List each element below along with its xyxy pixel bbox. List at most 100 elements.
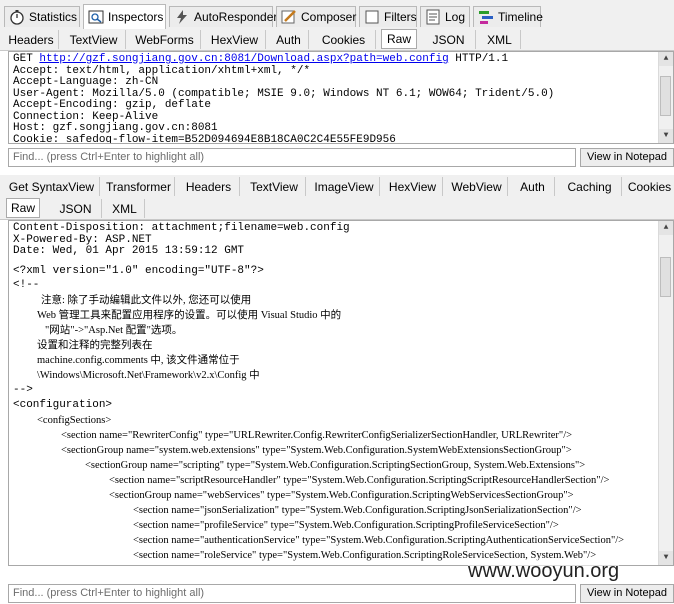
request-header-line: Cookie: safedog-flow-item=B52D094694E8B1… xyxy=(13,133,396,144)
tab-autoresponder[interactable]: AutoResponder xyxy=(169,6,277,27)
tab-label: Filters xyxy=(384,10,417,24)
request-url-link[interactable]: http://gzf.songjiang.gov.cn:8081/Downloa… xyxy=(39,53,448,65)
response-tab-bar: Get SyntaxView Transformer Headers TextV… xyxy=(0,175,674,198)
lightning-icon xyxy=(174,9,190,25)
response-body-line: \Windows\Microsoft.Net\Framework\v2.x\Co… xyxy=(37,369,260,381)
request-raw-editor[interactable]: GET http://gzf.songjiang.gov.cn:8081/Dow… xyxy=(8,51,674,144)
response-body-line: <?xml version="1.0" encoding="UTF-8"?> xyxy=(13,264,264,277)
tab-label: Headers xyxy=(8,32,54,47)
response-view-in-notepad-button[interactable]: View in Notepad xyxy=(580,584,674,603)
request-tab-hexview[interactable]: HexView xyxy=(204,30,266,49)
tab-label: Headers xyxy=(185,179,232,194)
tab-composer[interactable]: Composer xyxy=(276,6,356,27)
tab-label: Composer xyxy=(301,10,357,24)
tab-label: XML xyxy=(112,201,137,216)
response-body-line: 设置和注释的完整列表在 xyxy=(37,339,153,351)
request-protocol: HTTP/1.1 xyxy=(448,53,509,65)
response-body-line: <section name="profileService" type="Sys… xyxy=(133,519,559,531)
tab-inspectors[interactable]: Inspectors xyxy=(83,4,166,29)
tab-filters[interactable]: Filters xyxy=(359,6,417,27)
response-tab-hexview[interactable]: HexView xyxy=(383,177,443,196)
tab-label: WebView xyxy=(451,179,502,194)
response-find-bar: Find... (press Ctrl+Enter to highlight a… xyxy=(8,584,674,604)
checkbox-icon xyxy=(364,9,380,25)
tab-label: Inspectors xyxy=(108,10,164,24)
tab-label: Log xyxy=(445,10,466,24)
response-raw-editor[interactable]: Content-Disposition: attachment;filename… xyxy=(8,220,674,566)
request-tab-json[interactable]: JSON xyxy=(422,30,476,49)
top-tab-bar: Statistics Inspectors AutoResponder Comp… xyxy=(0,0,674,29)
tab-label: JSON xyxy=(59,201,92,216)
tab-label: XML xyxy=(487,32,512,47)
request-tab-xml[interactable]: XML xyxy=(479,30,521,49)
request-tab-raw[interactable]: Raw xyxy=(381,29,417,49)
tab-label: JSON xyxy=(432,32,465,47)
tab-label: Transformer xyxy=(106,179,171,194)
request-tab-auth[interactable]: Auth xyxy=(269,30,309,49)
request-header-line: Accept-Language: zh-CN xyxy=(13,76,159,88)
response-body-line: <section name="jsonSerialization" type="… xyxy=(133,504,582,516)
scroll-thumb[interactable] xyxy=(660,76,671,116)
request-header-line: Accept: text/html, application/xhtml+xml… xyxy=(13,64,311,77)
response-body-line: <sectionGroup name="webServices" type="S… xyxy=(109,489,574,501)
tab-label: Auth xyxy=(276,32,301,47)
stopwatch-icon xyxy=(9,9,25,25)
response-header-line: Content-Disposition: attachment;filename… xyxy=(13,222,350,234)
tab-label: Caching xyxy=(567,179,612,194)
response-scrollbar[interactable]: ▲ ▼ xyxy=(658,221,673,565)
tab-label: Raw xyxy=(10,201,35,215)
tab-label: Statistics xyxy=(29,10,78,24)
tab-label: Timeline xyxy=(498,10,543,24)
response-header-line: Date: Wed, 01 Apr 2015 13:59:12 GMT xyxy=(13,245,245,257)
scroll-down-arrow-icon[interactable]: ▼ xyxy=(659,551,673,565)
tab-label: AutoResponder xyxy=(194,10,278,24)
response-body-line: <configSections> xyxy=(37,414,112,426)
tab-label: WebForms xyxy=(135,32,194,47)
scroll-up-arrow-icon[interactable]: ▲ xyxy=(659,221,673,235)
watermark: www.wooyun.org xyxy=(468,560,620,583)
request-header-line: Accept-Encoding: gzip, deflate xyxy=(13,99,212,111)
response-tab-imageview[interactable]: ImageView xyxy=(309,177,380,196)
response-tab-transformer[interactable]: Transformer xyxy=(103,177,175,196)
response-tab-get-syntaxview[interactable]: Get SyntaxView xyxy=(4,177,100,196)
tab-label: Get SyntaxView xyxy=(8,179,95,194)
response-body-line: --> xyxy=(13,383,33,396)
scroll-down-arrow-icon[interactable]: ▼ xyxy=(659,129,673,143)
response-tab-webview[interactable]: WebView xyxy=(446,177,508,196)
log-icon xyxy=(425,9,441,25)
tab-log[interactable]: Log xyxy=(420,6,470,27)
response-tab-headers[interactable]: Headers xyxy=(178,177,240,196)
request-tab-textview[interactable]: TextView xyxy=(62,30,126,49)
response-body-line: <section name="RewriterConfig" type="URL… xyxy=(61,429,573,441)
tab-label: Cookies xyxy=(321,32,366,47)
request-find-input[interactable]: Find... (press Ctrl+Enter to highlight a… xyxy=(8,148,576,167)
request-tab-cookies[interactable]: Cookies xyxy=(312,30,376,49)
tab-statistics[interactable]: Statistics xyxy=(4,6,80,27)
response-tab-auth[interactable]: Auth xyxy=(511,177,555,196)
response-tab-json[interactable]: JSON xyxy=(50,199,102,218)
response-tab-textview[interactable]: TextView xyxy=(243,177,306,196)
request-tab-headers[interactable]: Headers xyxy=(4,30,59,49)
response-tab-raw[interactable]: Raw xyxy=(6,198,40,218)
response-tab-cookies[interactable]: Cookies xyxy=(625,177,674,196)
response-body-line: Web 管理工具来配置应用程序的设置。可以使用 Visual Studio 中的 xyxy=(37,309,342,321)
timeline-icon xyxy=(478,9,494,25)
response-tab-xml[interactable]: XML xyxy=(105,199,145,218)
response-find-input[interactable]: Find... (press Ctrl+Enter to highlight a… xyxy=(8,584,576,603)
scroll-thumb[interactable] xyxy=(660,257,671,297)
response-body-line: <sectionGroup name="system.web.extension… xyxy=(61,444,572,456)
tab-label: Raw xyxy=(386,32,411,46)
request-find-bar: Find... (press Ctrl+Enter to highlight a… xyxy=(8,148,674,168)
response-body-line: <sectionGroup name="scripting" type="Sys… xyxy=(85,459,586,471)
response-format-tab-bar: Raw JSON XML xyxy=(0,197,674,220)
response-body-line: 注意: 除了手动编辑此文件以外, 您还可以使用 xyxy=(41,294,252,306)
response-tab-caching[interactable]: Caching xyxy=(558,177,622,196)
tab-timeline[interactable]: Timeline xyxy=(473,6,543,27)
request-view-in-notepad-button[interactable]: View in Notepad xyxy=(580,148,674,167)
scroll-up-arrow-icon[interactable]: ▲ xyxy=(659,52,673,66)
response-body: <?xml version="1.0" encoding="UTF-8"?> <!… xyxy=(9,260,673,563)
request-scrollbar[interactable]: ▲ ▼ xyxy=(658,52,673,143)
request-method: GET xyxy=(13,53,40,65)
request-tab-webforms[interactable]: WebForms xyxy=(129,30,201,49)
tab-label: HexView xyxy=(210,32,259,47)
